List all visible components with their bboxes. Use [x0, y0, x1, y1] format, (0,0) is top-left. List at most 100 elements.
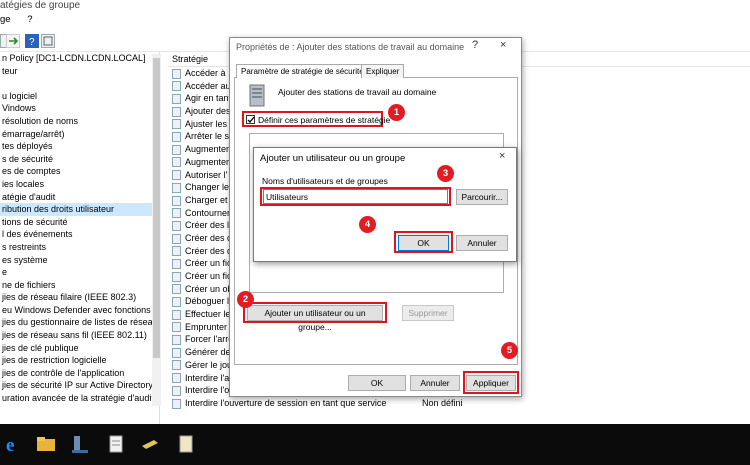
document-icon[interactable] [176, 434, 196, 454]
ie-icon[interactable]: e [4, 434, 24, 456]
tree-item[interactable]: jies de restriction logicielle [0, 354, 159, 367]
policy-name-cell: Charger et [185, 194, 228, 205]
policy-icon [172, 182, 181, 193]
close-icon[interactable]: × [500, 39, 506, 51]
policy-name-cell: Créer un fic [185, 258, 232, 269]
tool-icon[interactable] [140, 434, 160, 454]
add-cancel-button[interactable]: Annuler [456, 235, 508, 251]
close-icon[interactable]: × [499, 150, 505, 162]
define-settings-checkbox[interactable] [246, 115, 255, 124]
policy-icon [172, 271, 181, 282]
apply-button[interactable]: Appliquer [466, 375, 516, 391]
policy-icon [172, 373, 181, 384]
tree-item[interactable]: s restreints [0, 241, 159, 254]
policy-icon [172, 208, 181, 219]
menu-action[interactable]: ge [0, 14, 11, 25]
menu-bar: ge ? [0, 14, 750, 30]
tree-item[interactable]: jies du gestionnaire de listes de réseau… [0, 316, 159, 329]
policy-icon [172, 258, 181, 269]
policy-name-cell: Créer des ol [185, 245, 235, 256]
tree-item[interactable]: u logiciel [0, 90, 159, 103]
policy-icon [172, 360, 181, 371]
policy-icon [172, 220, 181, 231]
step-badge-2: 2 [237, 291, 254, 308]
step-badge-1: 1 [388, 104, 405, 121]
menu-help[interactable]: ? [27, 14, 32, 25]
policy-icon [172, 68, 181, 79]
policy-icon [172, 170, 181, 181]
policy-name-cell: Augmenter [185, 156, 230, 167]
tree-scrollbar-thumb[interactable] [153, 58, 160, 358]
tree-item[interactable]: ribution des droits utilisateur [0, 203, 159, 216]
policy-icon [172, 81, 181, 92]
policy-icon [172, 106, 181, 117]
tree-item[interactable]: jies de réseau filaire (IEEE 802.3) [0, 291, 159, 304]
policy-name-cell: Ajouter des [185, 106, 231, 117]
tree-item[interactable]: jies de contrôle de l'application [0, 367, 159, 380]
tree-item[interactable]: jies de sécurité IP sur Active Directory… [0, 379, 159, 392]
policy-name-cell: Effectuer les [185, 309, 235, 320]
policy-value-cell: Non défini [422, 397, 463, 408]
policy-icon [172, 385, 181, 396]
server-icon [247, 84, 267, 108]
policy-name-cell: Ajuster les [185, 118, 228, 129]
policy-icon [172, 335, 181, 346]
explorer-icon[interactable] [36, 434, 56, 454]
server-manager-icon[interactable] [70, 434, 90, 454]
policy-icon [172, 246, 181, 257]
tree-item[interactable]: atégie d'audit [0, 191, 159, 204]
tab-strip: Paramètre de stratégie de sécurité Expli… [234, 64, 518, 79]
policy-name-cell: Interdire l'a [185, 372, 230, 383]
tree-item[interactable]: eu Windows Defender avec fonctions ava [0, 304, 159, 317]
export-icon[interactable] [6, 34, 20, 48]
policy-name-cell: Interdire l'ouverture de session en tant… [185, 397, 387, 408]
ok-button[interactable]: OK [348, 375, 406, 391]
policy-icon [172, 309, 181, 320]
tree-item[interactable]: jies de réseau sans fil (IEEE 802.11) [0, 329, 159, 342]
table-row[interactable]: Interdire l'ouverture de session en tant… [168, 397, 750, 410]
tab-security-setting[interactable]: Paramètre de stratégie de sécurité [236, 64, 369, 79]
tree-item[interactable]: ne de fichiers [0, 279, 159, 292]
console-tree: n Policy [DC1-LCDN.LCDN.LOCAL] teur u logi… [0, 52, 160, 424]
tree-item[interactable]: s de sécurité [0, 153, 159, 166]
policy-name-cell: Créer des li [185, 220, 232, 231]
policy-name-cell: Créer un ob [185, 283, 233, 294]
tree-item[interactable]: uration avancée de la stratégie d'audit [0, 392, 159, 405]
properties-icon[interactable] [41, 34, 55, 48]
tree-item[interactable]: es système [0, 254, 159, 267]
tree-item[interactable]: résolution de noms [0, 115, 159, 128]
tree-item[interactable]: e [0, 266, 159, 279]
tree-item[interactable]: l des événements [0, 228, 159, 241]
tree-item[interactable]: tions de sécurité [0, 216, 159, 229]
tab-explain[interactable]: Expliquer [361, 64, 405, 78]
policy-icon [172, 144, 181, 155]
tree-item[interactable]: Vindows [0, 102, 159, 115]
policy-name-cell: Créer des ol [185, 232, 235, 243]
add-ok-button[interactable]: OK [398, 235, 449, 251]
policy-name-cell: Augmenter [185, 144, 230, 155]
browse-button[interactable]: Parcourir... [456, 189, 508, 205]
help-icon[interactable]: ? [25, 34, 39, 48]
tree-item[interactable]: émarrage/arrêt) [0, 128, 159, 141]
tree-item[interactable]: teur [0, 65, 159, 78]
define-settings-label: Définir ces paramètres de stratégie [258, 115, 391, 125]
tree-item[interactable]: es de comptes [0, 165, 159, 178]
remove-button[interactable]: Supprimer [402, 305, 454, 321]
svg-text:?: ? [29, 37, 35, 47]
cancel-button[interactable]: Annuler [410, 375, 460, 391]
add-user-dialog: Ajouter un utilisateur ou un groupe × No… [253, 147, 517, 262]
tree-item[interactable]: jies de clé publique [0, 342, 159, 355]
help-button[interactable]: ? [472, 39, 478, 51]
tree-item[interactable]: ies locales [0, 178, 159, 191]
policy-icon [172, 132, 181, 143]
policy-icon [172, 297, 181, 307]
names-input[interactable]: Utilisateurs [263, 189, 448, 204]
policy-name: Ajouter des stations de travail au domai… [278, 87, 437, 97]
names-field-label: Noms d'utilisateurs et de groupes [262, 176, 388, 186]
tree-item[interactable]: n Policy [DC1-LCDN.LCDN.LOCAL] [0, 52, 159, 65]
policy-name-cell: Forcer l'arré [185, 334, 234, 345]
tree-item[interactable]: tes déployés [0, 140, 159, 153]
add-user-button[interactable]: Ajouter un utilisateur ou un groupe... [247, 305, 383, 332]
notepad-icon[interactable] [106, 434, 126, 454]
tree-item[interactable] [0, 77, 159, 90]
